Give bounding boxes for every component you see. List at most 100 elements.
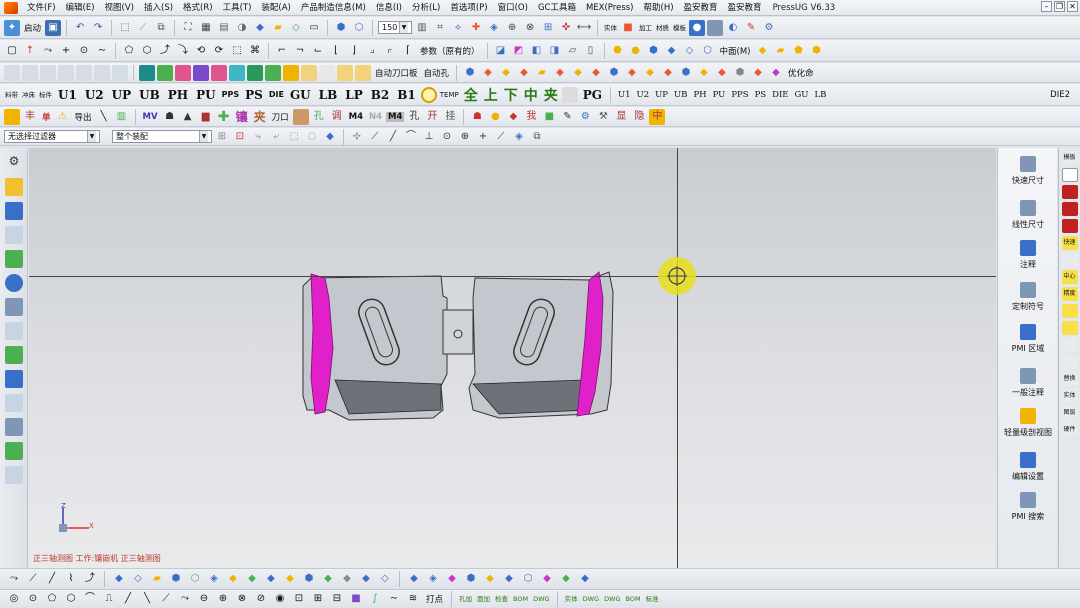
shape7-icon[interactable]: ⬚	[229, 43, 245, 59]
dwg2-label[interactable]: DWG	[582, 595, 600, 603]
template-label[interactable]: 模板	[672, 24, 687, 32]
sel-3-icon[interactable]: ⤷	[250, 129, 266, 145]
surf6-icon[interactable]: ▯	[583, 43, 599, 59]
process-studio-icon[interactable]	[5, 394, 23, 412]
t3-28-icon[interactable]: ◆	[588, 65, 604, 81]
snap-9-icon[interactable]: ⟋	[493, 129, 509, 145]
t3-16-icon[interactable]	[283, 64, 299, 81]
fr-13-icon[interactable]	[1061, 355, 1078, 369]
knife-edge-label[interactable]: 刀口	[270, 111, 291, 123]
t3-13-icon[interactable]	[229, 64, 245, 81]
snap-7-icon[interactable]: ⊕	[457, 129, 473, 145]
settings-gear-icon[interactable]: ⚙	[5, 154, 23, 172]
solid-label[interactable]: 实体	[603, 24, 618, 32]
t3-36-icon[interactable]: ⬢	[732, 65, 748, 81]
dwg-label[interactable]: DWG	[532, 595, 550, 603]
menu-tools[interactable]: 工具(T)	[218, 0, 257, 16]
fr-12-icon[interactable]	[1061, 338, 1078, 352]
r-code-ph[interactable]: PH	[691, 90, 708, 100]
scene-icon[interactable]: ◇	[288, 20, 304, 36]
t5-3-icon[interactable]: ⚠	[55, 109, 71, 125]
surf4-icon[interactable]: ◨	[547, 43, 563, 59]
orient-icon[interactable]: ⬢	[333, 20, 349, 36]
section-view-button[interactable]: 轻量级剖视图	[998, 408, 1058, 438]
start-icon[interactable]: ✦	[4, 19, 20, 36]
b1-26-icon[interactable]: ◆	[501, 571, 517, 587]
t5-9-icon[interactable]	[292, 108, 309, 125]
start-label[interactable]: 启动	[22, 22, 43, 34]
b1-16-icon[interactable]: ⬢	[301, 571, 317, 587]
t3-11-icon[interactable]	[193, 64, 209, 81]
t5-18-icon[interactable]: 我	[523, 109, 539, 125]
b1-6-icon[interactable]: ◆	[111, 571, 127, 587]
snap-10-icon[interactable]: ◈	[511, 129, 527, 145]
b2-12-icon[interactable]: ⊕	[215, 591, 231, 607]
b1-20-icon[interactable]: ◇	[377, 571, 393, 587]
feature9-icon[interactable]: ⬟	[790, 43, 806, 59]
line6-icon[interactable]: ⟓	[364, 43, 380, 59]
solid-button[interactable]: 实体	[1061, 389, 1078, 403]
line8-icon[interactable]: ⌈	[400, 43, 416, 59]
b1-21-icon[interactable]: ◆	[406, 571, 422, 587]
snap-icon[interactable]: ⌗	[432, 20, 448, 36]
layer-button[interactable]: 图层	[1061, 406, 1078, 420]
t5-12-icon[interactable]: 孔	[406, 109, 422, 125]
quick-button[interactable]: 快速	[1061, 236, 1078, 250]
render-icon[interactable]: ◑	[234, 20, 250, 36]
t3-37-icon[interactable]: ◆	[750, 65, 766, 81]
web-browser-icon[interactable]	[5, 274, 23, 292]
coin-icon[interactable]	[420, 86, 437, 103]
b1-24-icon[interactable]: ⬢	[463, 571, 479, 587]
sel-4-icon[interactable]: ⤶	[268, 129, 284, 145]
t3-35-icon[interactable]: ◆	[714, 65, 730, 81]
snap-5-icon[interactable]: ⊥	[421, 129, 437, 145]
code-b2[interactable]: B2	[368, 88, 393, 102]
code-b1[interactable]: B1	[394, 88, 419, 102]
grid-icon[interactable]: ▦	[198, 20, 214, 36]
t3-25-icon[interactable]: ▰	[534, 65, 550, 81]
circle-tool-icon[interactable]: ⊙	[76, 43, 92, 59]
dot-label[interactable]: 打点	[424, 593, 445, 605]
fit-icon[interactable]: ⛶	[180, 20, 196, 36]
b2-13-icon[interactable]: ⊗	[234, 591, 250, 607]
t3-15-icon[interactable]	[265, 64, 281, 81]
sel-5-icon[interactable]: ⬚	[286, 129, 302, 145]
param-label[interactable]: 参数（原有的）	[418, 45, 482, 57]
b2-4-icon[interactable]: ⬡	[63, 591, 79, 607]
code-u2[interactable]: U2	[82, 88, 107, 102]
arrow-up-icon[interactable]: ↑	[22, 43, 38, 59]
t3-20-icon[interactable]	[355, 64, 371, 81]
precision-button[interactable]: 精度	[1061, 287, 1078, 301]
snap-4-icon[interactable]: ⌒	[403, 129, 419, 145]
surf2-icon[interactable]: ◩	[511, 43, 527, 59]
b1-14-icon[interactable]: ◆	[263, 571, 279, 587]
t3-17-icon[interactable]	[301, 64, 317, 81]
table-icon[interactable]: ▥	[414, 20, 430, 36]
center-button[interactable]: 中心	[1061, 270, 1078, 284]
t5-10-icon[interactable]: 孔	[311, 109, 327, 125]
select-icon[interactable]: ⬚	[117, 20, 133, 36]
t3-14-icon[interactable]	[247, 64, 263, 81]
t5-23-icon[interactable]: 显	[613, 109, 629, 125]
sel-6-icon[interactable]: ◌	[304, 129, 320, 145]
r-code-ps[interactable]: PS	[753, 90, 769, 100]
b2-22-icon[interactable]: ≋	[405, 591, 421, 607]
r-code-ub[interactable]: UB	[672, 90, 689, 100]
lower-label[interactable]: 下	[502, 85, 520, 105]
t5-22-icon[interactable]: ⚒	[595, 109, 611, 125]
line5-icon[interactable]: ⌋	[346, 43, 362, 59]
plus-icon[interactable]: +	[58, 43, 74, 59]
rect-icon[interactable]: ▢	[4, 43, 20, 59]
hole-add-label[interactable]: 孔加	[458, 595, 473, 603]
graphics-viewport[interactable]: X Z 正三轴测图 工作:镶嵌机 正三轴测图	[29, 148, 996, 568]
tool-d-icon[interactable]: ⊕	[504, 20, 520, 36]
inlay-label[interactable]: 镶	[234, 108, 250, 125]
blank-button[interactable]	[1061, 168, 1078, 182]
strip-label[interactable]: 料带	[4, 91, 19, 99]
t5-24-icon[interactable]: 隐	[631, 109, 647, 125]
code-die[interactable]: DIE	[268, 90, 285, 99]
b2-1-icon[interactable]: ◎	[6, 591, 22, 607]
b2-18-icon[interactable]: ⊟	[329, 591, 345, 607]
b2-14-icon[interactable]: ⊘	[253, 591, 269, 607]
t3-7-icon[interactable]	[112, 64, 128, 81]
